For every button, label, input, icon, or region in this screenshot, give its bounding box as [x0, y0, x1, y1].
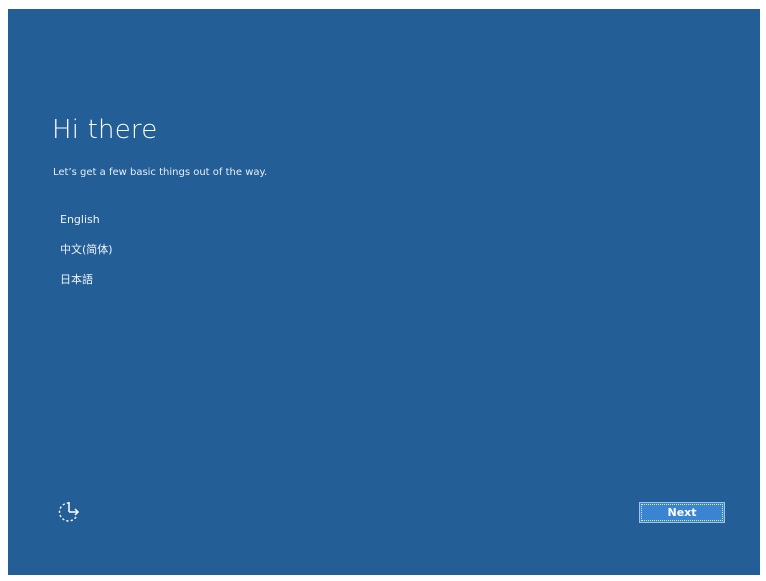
next-button[interactable]: Next: [639, 502, 725, 523]
ease-of-access-icon-graphic: [58, 502, 80, 522]
language-list: English 中文(简体) 日本語: [60, 213, 113, 303]
language-option-japanese[interactable]: 日本語: [60, 273, 113, 303]
page-subtitle: Let’s get a few basic things out of the …: [53, 167, 268, 178]
page-title: Hi there: [52, 115, 158, 145]
ease-of-access-icon[interactable]: [56, 499, 82, 525]
language-option-english[interactable]: English: [60, 213, 113, 243]
language-option-chinese-simplified[interactable]: 中文(简体): [60, 243, 113, 273]
setup-screen: Hi there Let’s get a few basic things ou…: [8, 9, 760, 575]
